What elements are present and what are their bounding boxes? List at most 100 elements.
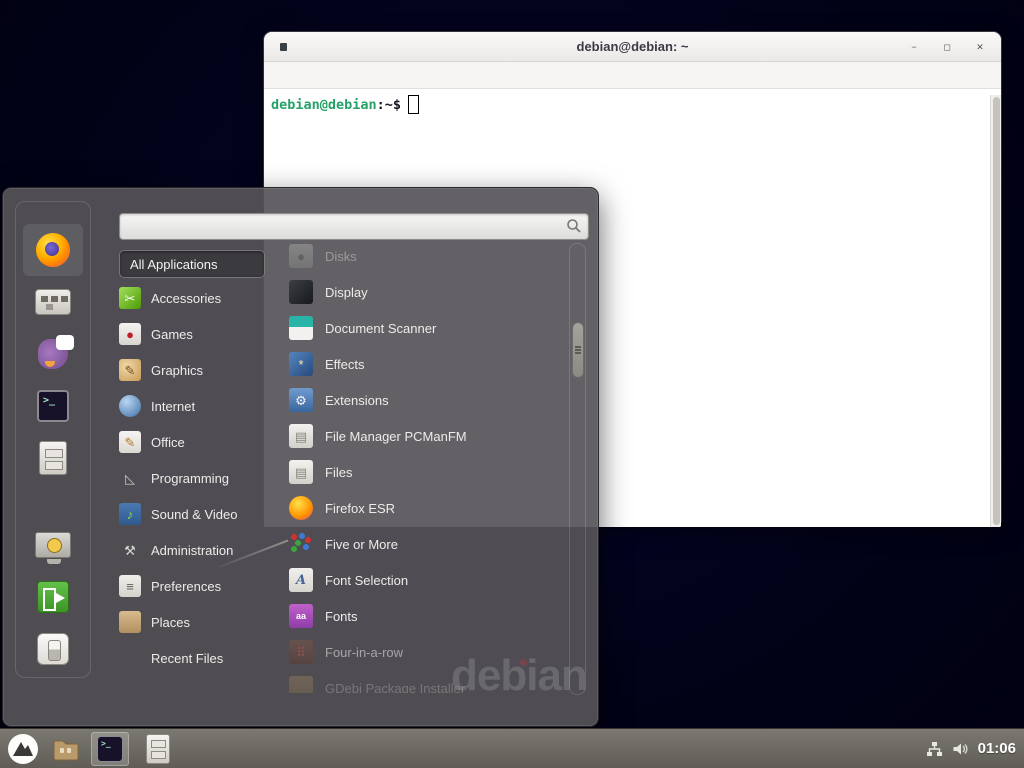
category-item[interactable]: ✂ Accessories (119, 280, 279, 316)
four-in-a-row-icon: ⠿ (289, 640, 313, 664)
volume-icon[interactable] (952, 741, 969, 757)
file-manager-launcher-icon[interactable] (51, 734, 81, 764)
terminal-scrollbar-handle[interactable] (993, 97, 1000, 525)
all-applications-button[interactable]: All Applications (119, 250, 265, 278)
start-menu: >_ All Applications ✂ Accessorie (2, 187, 599, 727)
extensions-gear-icon: ⚙ (289, 388, 313, 412)
accessories-icon: ✂ (119, 287, 141, 309)
favorite-item[interactable] (23, 432, 83, 484)
search-icon (566, 218, 582, 234)
favorite-item[interactable] (23, 276, 83, 328)
system-tray: 01:06 (926, 740, 1024, 757)
favorite-item[interactable] (23, 484, 83, 519)
firefox-favorite-icon (36, 233, 70, 267)
prompt-path: :~$ (377, 97, 401, 113)
files-icon: ▤ (289, 460, 313, 484)
favorite-item[interactable]: >_ (23, 380, 83, 432)
application-item[interactable]: ▤ Files (289, 454, 565, 490)
category-item[interactable]: Places (119, 604, 279, 640)
category-item[interactable]: Recent Files (119, 640, 279, 676)
terminal-titlebar[interactable]: debian@debian: ~ − ◻ ✕ (264, 32, 1001, 62)
firefox-icon (289, 496, 313, 520)
application-item[interactable]: ▤ File Manager PCManFM (289, 418, 565, 454)
terminal-prompt: debian@debian:~$ (271, 95, 1001, 114)
category-item[interactable]: ✎ Office (119, 424, 279, 460)
favorite-item[interactable] (23, 328, 83, 380)
disks-icon: ● (289, 244, 313, 268)
category-item[interactable]: ● Games (119, 316, 279, 352)
favorite-item[interactable] (23, 571, 83, 623)
application-item[interactable]: Five or More (289, 526, 565, 562)
category-item[interactable]: ⚒ Administration (119, 532, 279, 568)
favorite-item[interactable] (23, 623, 83, 675)
pidgin-messenger-icon (38, 339, 68, 369)
favorite-item[interactable] (23, 519, 83, 571)
terminal-title: debian@debian: ~ (577, 39, 689, 54)
menubar-item[interactable] (274, 71, 292, 79)
document-scanner-icon (289, 316, 313, 340)
category-item[interactable]: Internet (119, 388, 279, 424)
fonts-icon: aa (289, 604, 313, 628)
five-or-more-icon (289, 532, 313, 556)
category-item[interactable]: ≡ Preferences (119, 568, 279, 604)
sound-video-icon: ♪ (119, 503, 141, 525)
minimize-button[interactable]: − (907, 40, 921, 54)
applications-scrollbar[interactable] (569, 243, 586, 695)
office-icon: ✎ (119, 431, 141, 453)
application-item[interactable]: Firefox ESR (289, 490, 565, 526)
graphics-icon: ✎ (119, 359, 141, 381)
terminal-task-button[interactable]: >_ (91, 732, 129, 766)
terminal-scrollbar[interactable] (990, 95, 1001, 527)
categories-list: ✂ Accessories ● Games ✎ Graphics Interne… (119, 280, 279, 676)
application-item[interactable]: ● Disks (289, 238, 565, 274)
menubar-item[interactable] (346, 71, 364, 79)
application-item[interactable]: ⚙ Extensions (289, 382, 565, 418)
application-item[interactable]: * Effects (289, 346, 565, 382)
category-item[interactable]: ♪ Sound & Video (119, 496, 279, 532)
desktop: { "theme": { "desktop_bg": "#020218", "m… (0, 0, 1024, 768)
search-input[interactable] (119, 213, 589, 240)
terminal-cursor (408, 95, 419, 114)
lock-screen-icon (35, 532, 71, 558)
category-item[interactable]: ◺ Programming (119, 460, 279, 496)
preferences-icon: ≡ (119, 575, 141, 597)
clock[interactable]: 01:06 (978, 740, 1016, 757)
network-icon[interactable] (926, 741, 943, 757)
application-item[interactable]: aa Fonts (289, 598, 565, 634)
places-folder-icon (119, 611, 141, 633)
shutdown-icon (37, 633, 69, 665)
effects-icon: * (289, 352, 313, 376)
categories-column: All Applications ✂ Accessories ● Games ✎… (119, 250, 279, 676)
terminal-window-icon (280, 43, 287, 51)
applications-scrollbar-handle[interactable] (572, 322, 584, 378)
application-item[interactable]: Display (289, 274, 565, 310)
menubar-item[interactable] (310, 71, 328, 79)
file-cabinet-favorite-icon (39, 441, 67, 475)
category-item[interactable]: ✎ Graphics (119, 352, 279, 388)
window-controls: − ◻ ✕ (907, 32, 987, 62)
maximize-button[interactable]: ◻ (940, 40, 954, 54)
files-launcher[interactable] (143, 732, 173, 766)
menubar-item[interactable] (364, 71, 382, 79)
font-selection-icon: A (289, 568, 313, 592)
internet-globe-icon (119, 395, 141, 417)
file-manager-icon: ▤ (289, 424, 313, 448)
terminal-favorite-icon: >_ (37, 390, 69, 422)
close-button[interactable]: ✕ (973, 40, 987, 54)
application-item[interactable]: A Font Selection (289, 562, 565, 598)
favorite-item[interactable] (23, 224, 83, 276)
menubar-item[interactable] (292, 71, 310, 79)
terminal-icon: >_ (97, 736, 123, 762)
start-menu-button[interactable] (7, 733, 39, 765)
debian-watermark: debian (451, 654, 587, 698)
menubar-item[interactable] (328, 71, 346, 79)
software-packages-icon (35, 289, 71, 315)
administration-icon: ⚒ (119, 539, 141, 561)
programming-icon: ◺ (119, 467, 141, 489)
gdebi-installer-icon (289, 676, 313, 693)
prompt-user-host: debian@debian (271, 97, 377, 113)
terminal-menubar (264, 62, 1001, 89)
games-icon: ● (119, 323, 141, 345)
application-item[interactable]: Document Scanner (289, 310, 565, 346)
display-icon (289, 280, 313, 304)
